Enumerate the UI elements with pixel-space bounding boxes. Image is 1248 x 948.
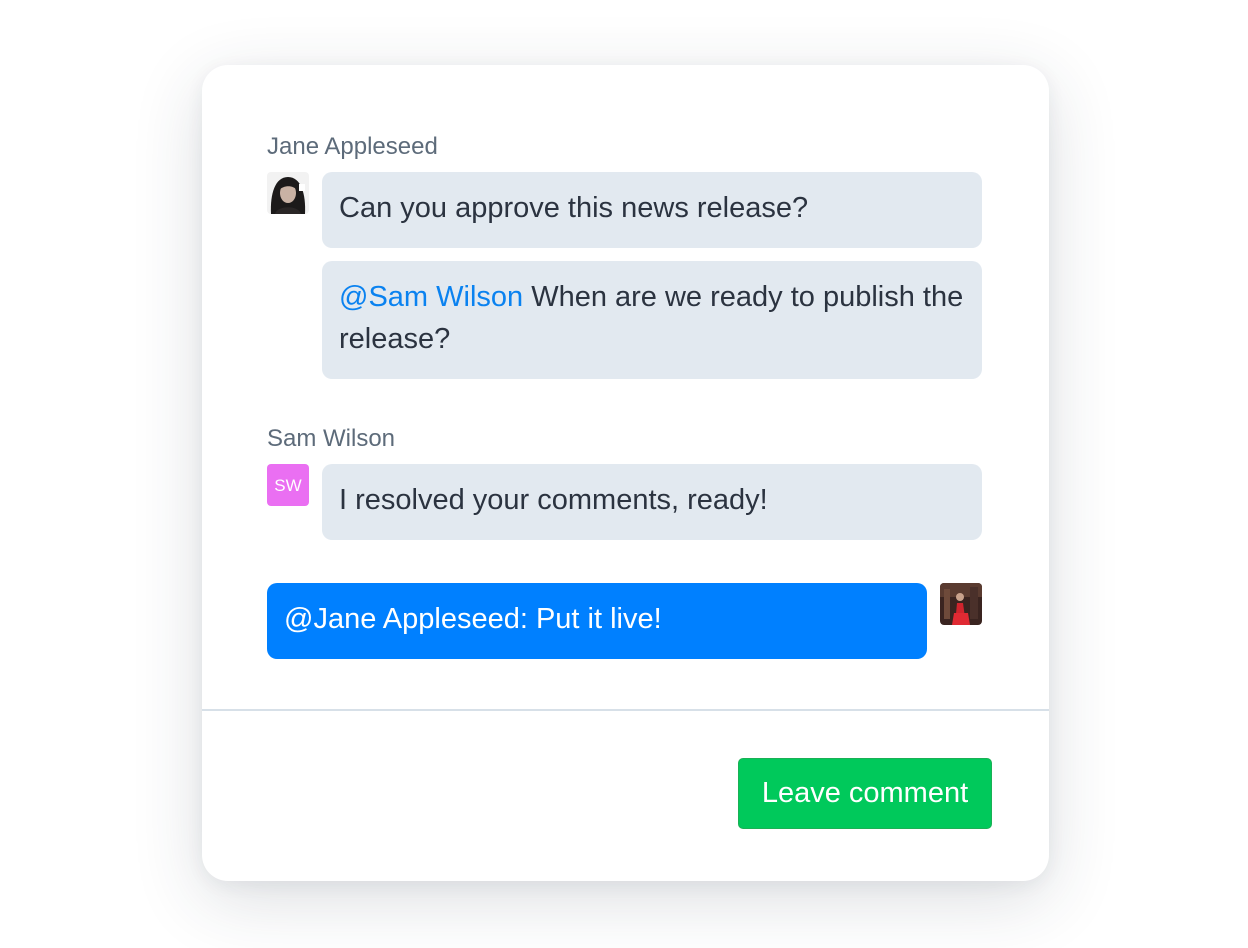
sam-wilson-avatar: SW: [267, 464, 309, 506]
own-comment-bubble: @Jane Appleseed: Put it live!: [267, 583, 927, 659]
current-user-avatar: [940, 583, 982, 625]
comment-text: I resolved your comments, ready!: [339, 484, 768, 516]
jane-appleseed-avatar: [267, 172, 309, 214]
comment-author-name: Sam Wilson: [267, 425, 396, 452]
user-mention-link[interactable]: @Sam Wilson: [339, 281, 523, 313]
comment-text: @Jane Appleseed: Put it live!: [284, 603, 662, 635]
comment-text: Can you approve this news release?: [339, 192, 809, 224]
comment-author-name: Jane Appleseed: [267, 133, 438, 160]
leave-comment-button[interactable]: Leave comment: [738, 758, 992, 829]
divider: [202, 709, 1049, 711]
comment-bubble: I resolved your comments, ready!: [322, 464, 982, 540]
comment-panel: Jane Appleseed Can you approve this news…: [202, 65, 1049, 881]
comment-bubble: @Sam Wilson When are we ready to publish…: [322, 261, 982, 379]
comment-bubble: Can you approve this news release?: [322, 172, 982, 248]
